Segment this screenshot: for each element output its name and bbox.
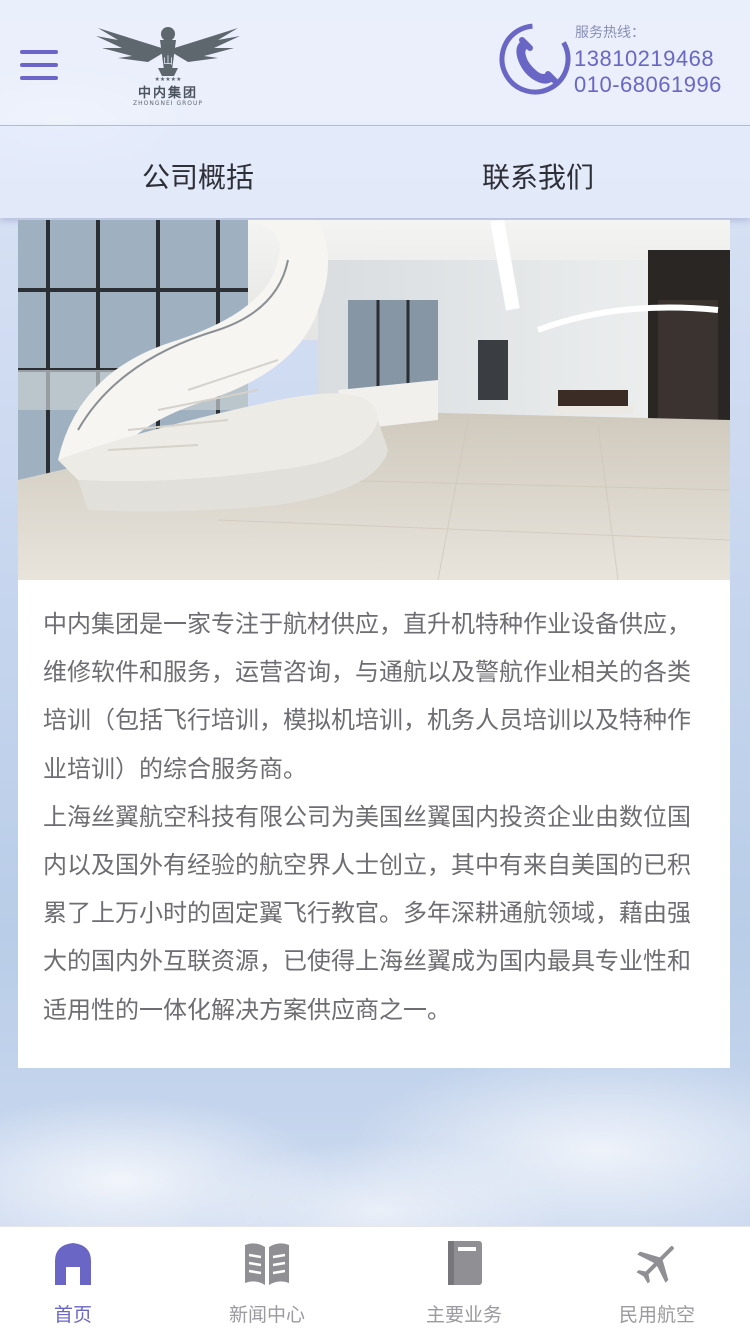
tab-home-label: 首页 bbox=[53, 1304, 92, 1326]
tab-main-business[interactable]: 主要业务 bbox=[389, 1227, 539, 1335]
intro-card: 中内集团是一家专注于航材供应，直升机特种作业设备供应，维修软件和服务，运营咨询，… bbox=[18, 580, 730, 1068]
tab-news-center-label: 新闻中心 bbox=[228, 1304, 305, 1326]
phone-icon bbox=[499, 23, 571, 95]
tab-news-center[interactable]: 新闻中心 bbox=[192, 1227, 342, 1335]
menu-icon[interactable] bbox=[20, 50, 58, 84]
svg-text:山: 山 bbox=[163, 55, 173, 67]
top-nav: 公司概括 联系我们 bbox=[0, 126, 750, 218]
eagle-emblem-icon: 山 ★★★★★ bbox=[96, 27, 240, 83]
tab-civil-aviation[interactable]: 民用航空 bbox=[582, 1227, 732, 1335]
logo[interactable]: 山 ★★★★★ 中内集团 ZHONGNEI GROUP bbox=[88, 20, 248, 112]
logo-text: 中内集团 bbox=[137, 86, 198, 101]
bottom-tab-bar: 首页 新闻中心 主要业务 民用航空 bbox=[0, 1226, 750, 1335]
intro-paragraph-2: 上海丝翼航空科技有限公司为美国丝翼国内投资企业由数位国内以及国外有经验的航空界人… bbox=[43, 802, 691, 1024]
news-icon bbox=[245, 1243, 289, 1285]
book-icon bbox=[448, 1241, 482, 1285]
hero-image-lobby bbox=[18, 220, 730, 580]
logo-subtext: ZHONGNEI GROUP bbox=[133, 100, 203, 107]
airplane-icon bbox=[636, 1246, 674, 1284]
intro-paragraph-1: 中内集团是一家专注于航材供应，直升机特种作业设备供应，维修软件和服务，运营咨询，… bbox=[43, 610, 691, 783]
nav-item-contact-us[interactable]: 联系我们 bbox=[482, 156, 594, 196]
nav-item-company-overview[interactable]: 公司概括 bbox=[142, 156, 254, 196]
header: 山 ★★★★★ 中内集团 ZHONGNEI GROUP 服务热线： 138102… bbox=[0, 0, 750, 126]
home-icon bbox=[55, 1243, 91, 1285]
phone-number-mobile[interactable]: 13810219468 bbox=[574, 46, 714, 72]
tab-main-business-label: 主要业务 bbox=[425, 1304, 502, 1326]
phone-number-landline[interactable]: 010-68061996 bbox=[574, 72, 722, 98]
tab-civil-aviation-label: 民用航空 bbox=[618, 1304, 695, 1326]
hotline-label: 服务热线： bbox=[575, 25, 645, 41]
tab-home[interactable]: 首页 bbox=[0, 1227, 148, 1335]
